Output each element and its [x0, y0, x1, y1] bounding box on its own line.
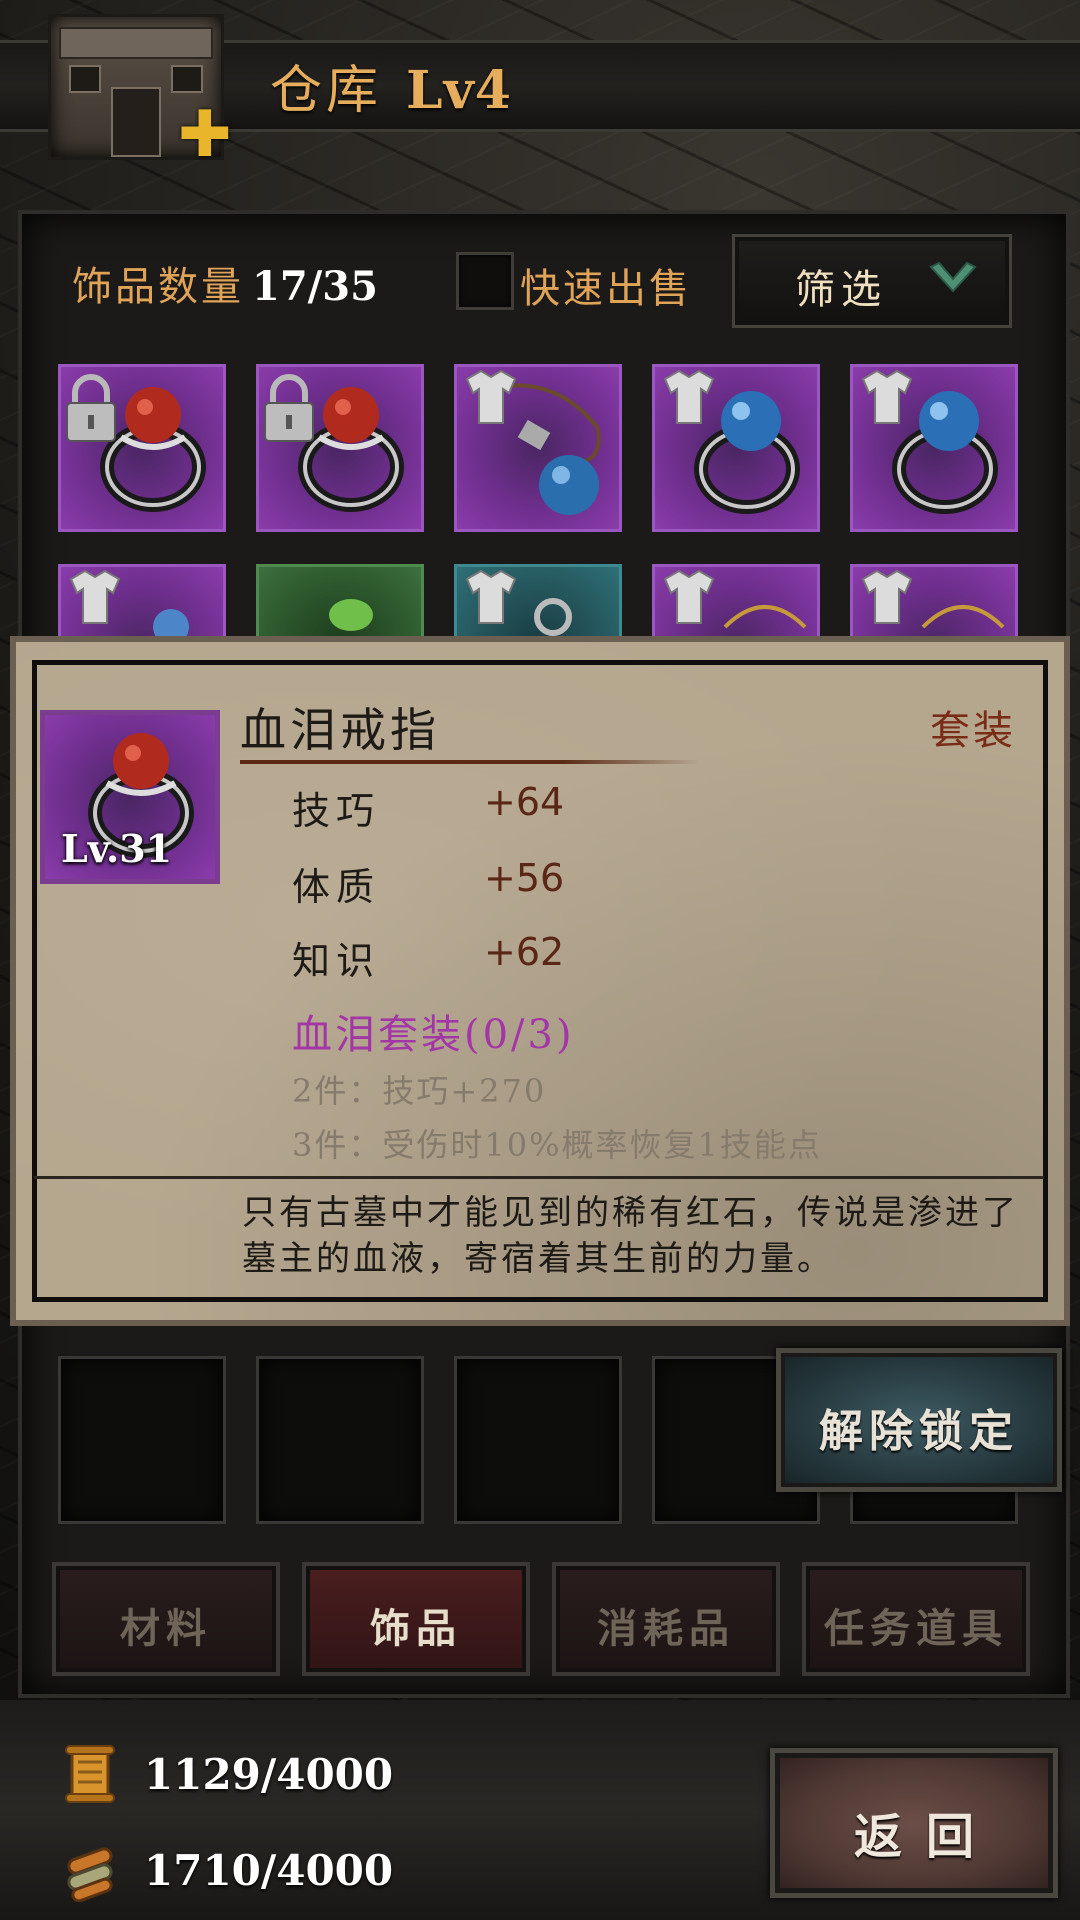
item-name-underline [240, 760, 700, 764]
unlock-button[interactable]: 解除锁定 [776, 1348, 1062, 1492]
page-title: 仓库 Lv4 [270, 48, 512, 123]
item-slot-2[interactable] [256, 364, 424, 532]
stat-name-knowledge: 知识 [292, 939, 381, 983]
accessory-count: 饰品数量 17/35 [72, 254, 378, 312]
item-slot-1[interactable] [58, 364, 226, 532]
item-slot-empty-1[interactable] [58, 1356, 226, 1524]
item-name: 血泪戒指 [240, 703, 440, 757]
tab-accessories[interactable]: 饰品 [302, 1562, 530, 1676]
filter-button[interactable]: 筛选 [732, 234, 1012, 328]
stat-name-constitution: 体质 [292, 865, 381, 909]
tab-consumables[interactable]: 消耗品 [552, 1562, 780, 1676]
back-button[interactable]: 返回 [770, 1748, 1058, 1898]
set-tag: 套装 [930, 708, 1016, 754]
set-title: 血泪套装(0/3) [292, 1012, 575, 1058]
quick-sell-label[interactable]: 快速出售 [520, 256, 692, 314]
stat-value-knowledge: +62 [484, 930, 565, 974]
tab-materials[interactable]: 材料 [52, 1562, 280, 1676]
stat-value-skill: +64 [484, 780, 565, 824]
item-slot-3[interactable] [454, 364, 622, 532]
lock-icon [264, 374, 314, 442]
accessory-count-label: 饰品数量 [72, 264, 244, 310]
equipped-shirt-icon [861, 369, 913, 424]
item-slot-empty-3[interactable] [454, 1356, 622, 1524]
detail-item-icon: Lv.31 [40, 710, 220, 884]
chevron-down-icon [929, 261, 977, 293]
title-text: 仓库 [270, 61, 383, 121]
scroll-bundle-icon [67, 1847, 113, 1902]
lock-icon [45, 883, 215, 884]
warehouse-level: Lv4 [406, 60, 512, 121]
quick-sell-checkbox[interactable] [456, 252, 514, 310]
item-lore: 只有古墓中才能见到的稀有红石，传说是渗进了墓主的血液，寄宿着其生前的力量。 [242, 1193, 1019, 1279]
equipped-shirt-icon [663, 369, 715, 424]
stat-name-skill: 技巧 [292, 789, 381, 833]
tab-label: 任务道具 [824, 1605, 1008, 1652]
equipped-shirt-icon [465, 369, 517, 424]
stat-value-constitution: +56 [484, 856, 565, 900]
item-slot-4[interactable] [652, 364, 820, 532]
upgrade-plus-icon[interactable]: ✚ [178, 103, 232, 167]
detail-divider [34, 1176, 1044, 1179]
tab-label: 饰品 [370, 1605, 462, 1652]
tab-label: 材料 [120, 1605, 212, 1652]
scroll-bundle-count: 1710/4000 [144, 1846, 394, 1895]
item-slot-empty-2[interactable] [256, 1356, 424, 1524]
scroll-icon [65, 1745, 115, 1803]
tab-label: 消耗品 [597, 1605, 735, 1652]
item-slot-5[interactable] [850, 364, 1018, 532]
set-bonus-3: 3件：受伤时10%概率恢复1技能点 [292, 1126, 822, 1164]
unlock-label: 解除锁定 [819, 1406, 1019, 1457]
item-level: Lv.31 [61, 826, 173, 871]
lock-icon [66, 374, 116, 442]
filter-label: 筛选 [795, 267, 887, 313]
back-label: 返回 [853, 1809, 998, 1865]
header: ✚ 仓库 Lv4 [0, 0, 1080, 170]
tab-quest-items[interactable]: 任务道具 [802, 1562, 1030, 1676]
scroll-count: 1129/4000 [144, 1750, 394, 1799]
accessory-count-value: 17/35 [252, 263, 378, 310]
set-bonus-2: 2件：技巧+270 [292, 1072, 547, 1110]
